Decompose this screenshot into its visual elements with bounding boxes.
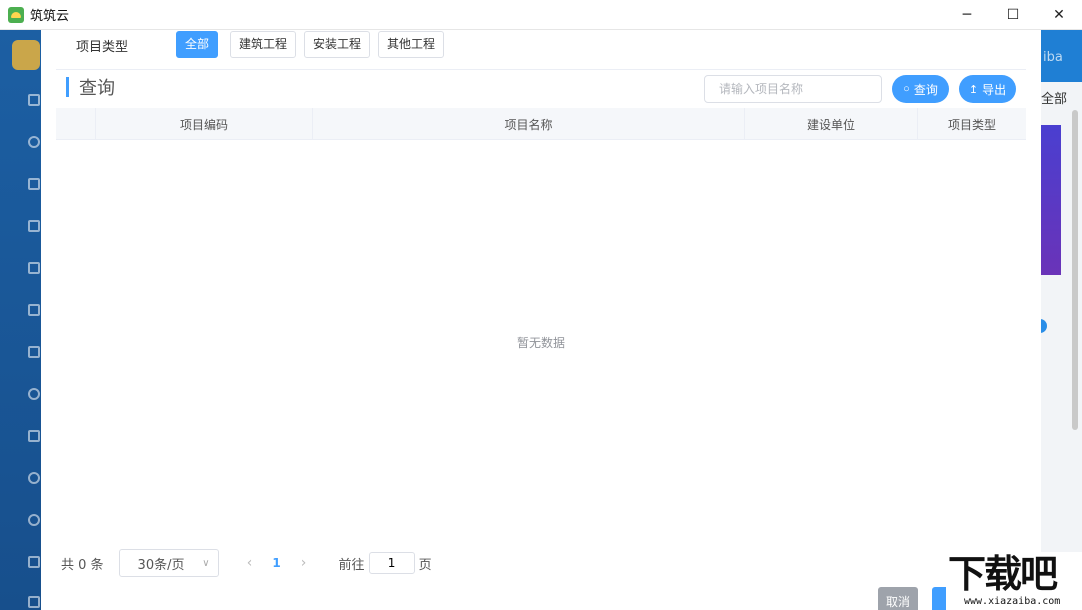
maximize-button[interactable]: ☐ bbox=[990, 0, 1036, 30]
filter-option-all[interactable]: 全部 bbox=[176, 31, 219, 58]
section-title: 查询 bbox=[79, 78, 115, 99]
user-icon bbox=[28, 514, 40, 526]
export-button[interactable]: ↥ 导出 bbox=[959, 75, 1016, 103]
clock-icon bbox=[28, 136, 40, 148]
table-empty-message: 暂无数据 bbox=[516, 336, 565, 350]
cancel-button[interactable]: 取消 bbox=[878, 587, 918, 610]
page-size-value: 30条/页 bbox=[137, 557, 185, 573]
export-button-label: 导出 bbox=[982, 82, 1007, 97]
search-icon: ○ bbox=[903, 83, 910, 95]
window-title: 筑筑云 bbox=[30, 9, 70, 24]
truck-icon bbox=[28, 262, 40, 274]
watermark-url: www.xiazaiba.com bbox=[964, 596, 1061, 607]
camera-icon bbox=[28, 596, 40, 608]
document-icon bbox=[28, 346, 40, 358]
filter-label: 项目类型 bbox=[76, 40, 129, 55]
star-icon bbox=[28, 220, 40, 232]
page-number[interactable]: 1 bbox=[265, 556, 289, 570]
section-accent-bar bbox=[66, 77, 69, 97]
filter-option-other[interactable]: 其他工程 bbox=[378, 31, 445, 58]
pagination: 共 0 条 30条/页 ∨ ‹ 1 › 前往 页 bbox=[61, 549, 432, 577]
chevron-down-icon: ∨ bbox=[202, 557, 210, 569]
location-icon bbox=[28, 472, 40, 484]
background-sidebar bbox=[0, 30, 41, 610]
goto-label: 前往 bbox=[338, 557, 365, 573]
minimize-button[interactable]: ─ bbox=[944, 0, 990, 30]
window-titlebar: 筑筑云 ─ ☐ ✕ bbox=[0, 0, 1082, 30]
total-count: 共 0 条 bbox=[61, 557, 104, 573]
app-logo-icon bbox=[12, 40, 40, 70]
cart-icon bbox=[28, 178, 40, 190]
column-header-project-code[interactable]: 项目编码 bbox=[96, 108, 313, 140]
project-type-filter: 项目类型 全部 建筑工程 安装工程 其他工程 bbox=[41, 30, 1041, 70]
column-header-project-name[interactable]: 项目名称 bbox=[313, 108, 745, 140]
goto-page-input[interactable] bbox=[368, 552, 415, 574]
filter-option-installation[interactable]: 安装工程 bbox=[304, 31, 371, 58]
watermark-logo: 下载吧 bbox=[948, 551, 1058, 596]
background-tab: 全部 bbox=[1041, 92, 1068, 107]
window-controls: ─ ☐ ✕ bbox=[944, 0, 1082, 30]
background-content: iba 全部 bbox=[1037, 30, 1082, 610]
project-name-search-input[interactable] bbox=[704, 75, 882, 103]
query-section-header: 查询 bbox=[66, 76, 115, 99]
search-button[interactable]: ○ 查询 bbox=[892, 75, 949, 103]
book-icon bbox=[28, 556, 40, 568]
cart-icon bbox=[28, 94, 40, 106]
close-button[interactable]: ✕ bbox=[1036, 0, 1082, 30]
upload-icon: ↥ bbox=[968, 83, 979, 96]
table-header: 项目编码 项目名称 建设单位 项目类型 bbox=[56, 108, 1026, 140]
watermark: 下载吧 www.xiazaiba.com bbox=[946, 552, 1082, 610]
filter-option-building[interactable]: 建筑工程 bbox=[230, 31, 297, 58]
next-page-icon[interactable]: › bbox=[289, 555, 319, 571]
divider bbox=[56, 69, 1026, 70]
gear-icon bbox=[28, 388, 40, 400]
grid-icon bbox=[28, 304, 40, 316]
search-button-label: 查询 bbox=[913, 82, 938, 97]
page-size-select[interactable]: 30条/页 ∨ bbox=[118, 549, 219, 577]
app-logo-icon bbox=[8, 6, 24, 23]
share-icon bbox=[28, 430, 40, 442]
prev-page-icon[interactable]: ‹ bbox=[235, 555, 265, 571]
project-select-dialog: 项目类型 全部 建筑工程 安装工程 其他工程 查询 ○ 查询 ↥ 导出 项目编码… bbox=[41, 30, 1041, 610]
column-header-project-type[interactable]: 项目类型 bbox=[918, 108, 1026, 140]
column-header-index[interactable] bbox=[56, 108, 96, 140]
background-header: iba bbox=[1041, 30, 1082, 82]
scrollbar[interactable] bbox=[1072, 110, 1078, 430]
background-banner bbox=[1041, 125, 1061, 275]
column-header-construction-unit[interactable]: 建设单位 bbox=[745, 108, 918, 140]
goto-suffix: 页 bbox=[418, 557, 432, 573]
